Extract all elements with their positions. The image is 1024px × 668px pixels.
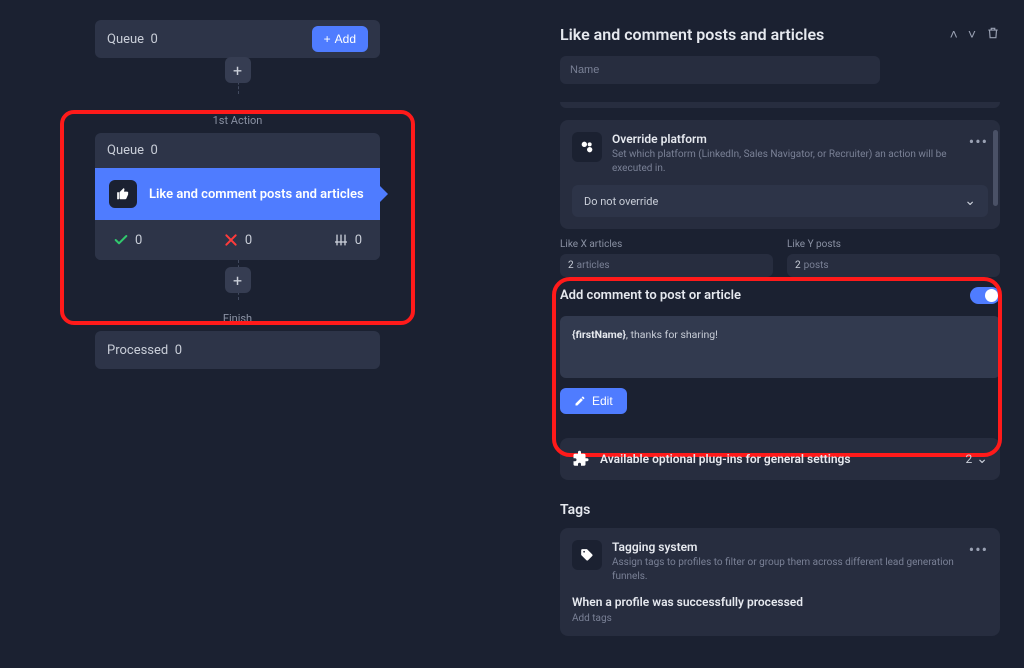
add-step-node[interactable]: + bbox=[225, 57, 251, 83]
like-y-label: Like Y posts bbox=[787, 239, 1000, 250]
stat-fail: 0 bbox=[223, 232, 252, 248]
action-title-row[interactable]: Like and comment posts and articles bbox=[95, 168, 380, 220]
plugins-card[interactable]: Available optional plug-ins for general … bbox=[560, 438, 1000, 480]
action-heading: 1st Action bbox=[95, 114, 380, 127]
finish-label: Finish bbox=[95, 312, 380, 325]
override-title: Override platform bbox=[612, 132, 988, 146]
tagging-desc: Assign tags to profiles to filter or gro… bbox=[612, 556, 988, 583]
action-title-text: Like and comment posts and articles bbox=[149, 187, 364, 202]
override-platform-card: Override platform Set which platform (Li… bbox=[560, 120, 1000, 229]
plugins-label: Available optional plug-ins for general … bbox=[600, 452, 851, 466]
override-select[interactable]: Do not override ⌄ bbox=[572, 185, 988, 217]
settings-panel: Like and comment posts and articles ˄ ˅ … bbox=[560, 25, 1000, 646]
comment-heading: Add comment to post or article bbox=[560, 288, 741, 303]
tag-icon bbox=[572, 540, 602, 570]
chevron-down-icon: ⌄ bbox=[964, 193, 976, 209]
trash-icon[interactable] bbox=[986, 26, 1000, 44]
connector: + bbox=[95, 58, 380, 94]
tags-heading: Tags bbox=[560, 502, 1000, 518]
action-queue-row: Queue 0 bbox=[95, 133, 380, 168]
scrollbar-thumb[interactable] bbox=[993, 130, 998, 206]
panel-title: Like and comment posts and articles bbox=[560, 25, 824, 44]
queue-label: Queue 0 bbox=[107, 32, 158, 47]
tagging-title: Tagging system bbox=[612, 540, 988, 554]
more-options-icon[interactable]: ••• bbox=[969, 540, 988, 559]
stat-success: 0 bbox=[113, 232, 142, 248]
puzzle-icon bbox=[572, 450, 590, 468]
tagging-card: Tagging system Assign tags to profiles t… bbox=[560, 528, 1000, 636]
connector: + bbox=[95, 260, 380, 300]
name-input[interactable] bbox=[560, 56, 880, 84]
pencil-icon bbox=[574, 395, 586, 407]
comment-toggle[interactable] bbox=[970, 287, 1000, 304]
move-down-icon[interactable]: ˅ bbox=[968, 26, 976, 43]
stat-pending: 0 bbox=[333, 232, 362, 248]
edit-button[interactable]: Edit bbox=[560, 388, 627, 414]
add-button[interactable]: + Add bbox=[312, 26, 368, 52]
comment-template-box[interactable]: {firstName}, thanks for sharing! bbox=[560, 316, 1000, 378]
when-processed-label: When a profile was successfully processe… bbox=[572, 595, 988, 609]
platform-icon bbox=[572, 132, 602, 162]
like-x-label: Like X articles bbox=[560, 239, 773, 250]
chevron-down-icon: ⌄ bbox=[976, 451, 988, 467]
move-up-icon[interactable]: ˄ bbox=[950, 26, 958, 43]
like-x-input[interactable]: 2articles bbox=[560, 254, 773, 277]
more-options-icon[interactable]: ••• bbox=[969, 132, 988, 151]
add-tags-label[interactable]: Add tags bbox=[572, 613, 988, 624]
like-y-input[interactable]: 2posts bbox=[787, 254, 1000, 277]
tags-section: Tags Tagging system Assign tags to profi… bbox=[560, 502, 1000, 636]
processed-card: Processed 0 bbox=[95, 331, 380, 369]
workflow-column: Queue 0 + Add + 1st Action Queue 0 Like … bbox=[95, 20, 380, 369]
like-counts-row: Like X articles 2articles Like Y posts 2… bbox=[560, 239, 1000, 277]
stats-row: 0 0 0 bbox=[95, 220, 380, 260]
comment-section: Add comment to post or article {firstNam… bbox=[560, 287, 1000, 414]
thumb-up-icon bbox=[109, 180, 137, 208]
queue-card: Queue 0 + Add bbox=[95, 20, 380, 58]
plus-icon: + bbox=[324, 32, 331, 46]
panel-header: Like and comment posts and articles ˄ ˅ bbox=[560, 25, 1000, 44]
collapsed-section-edge bbox=[560, 102, 1000, 108]
override-desc: Set which platform (LinkedIn, Sales Navi… bbox=[612, 148, 988, 175]
action-card[interactable]: Queue 0 Like and comment posts and artic… bbox=[95, 133, 380, 260]
add-step-node[interactable]: + bbox=[225, 267, 251, 293]
